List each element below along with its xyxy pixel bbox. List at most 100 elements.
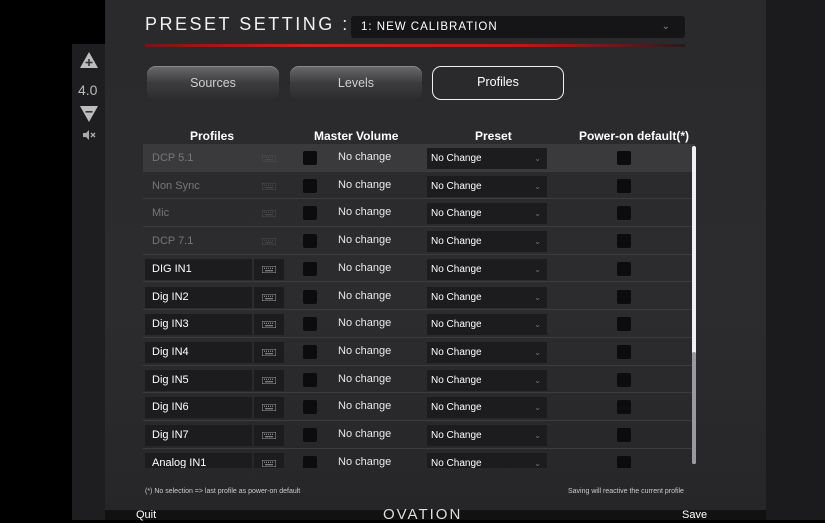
quit-button[interactable]: Quit [136,509,156,521]
profile-name-field[interactable]: Analog IN1 [145,452,252,468]
table-row[interactable]: DCP 7.1 No change No Change ⌄ [143,227,695,255]
chevron-down-icon: ⌄ [661,21,671,32]
tab-profiles[interactable]: Profiles [432,66,564,100]
power-on-default-checkbox[interactable] [617,317,631,332]
power-on-default-checkbox[interactable] [617,151,631,165]
profile-name-field[interactable]: DCP 5.1 [145,148,252,169]
keyboard-button[interactable] [254,286,284,308]
master-volume-checkbox[interactable] [303,151,317,165]
table-row[interactable]: Dig IN2 No change No Change ⌄ [143,283,695,311]
profile-name-field[interactable]: Dig IN7 [145,425,252,446]
preset-dropdown-value: No Change [431,291,482,303]
master-volume-checkbox[interactable] [303,234,317,249]
triangle-down-icon [80,106,98,122]
keyboard-button[interactable] [254,341,284,363]
master-volume-checkbox[interactable] [303,206,317,221]
preset-dropdown[interactable]: No Change ⌄ [427,341,547,363]
table-row[interactable]: Dig IN7 No change No Change ⌄ [143,421,695,449]
keyboard-button[interactable] [254,258,284,280]
power-on-default-checkbox[interactable] [617,234,631,249]
table-row[interactable]: DIG IN1 No change No Change ⌄ [143,255,695,283]
profile-name-field[interactable]: Dig IN6 [145,397,252,419]
tab-levels[interactable]: Levels [290,66,422,100]
preset-dropdown[interactable]: No Change ⌄ [427,203,547,225]
profile-name-field[interactable]: Dig IN4 [145,341,252,363]
profile-name-field[interactable]: Dig IN2 [145,286,252,308]
keyboard-button[interactable] [254,397,284,419]
power-on-default-checkbox[interactable] [617,428,631,442]
power-on-default-checkbox[interactable] [617,206,631,221]
master-volume-checkbox[interactable] [303,400,317,415]
column-header-profiles: Profiles [190,129,235,143]
power-on-default-checkbox[interactable] [617,344,631,359]
preset-dropdown[interactable]: No Change ⌄ [427,258,547,280]
preset-dropdown[interactable]: No Change ⌄ [427,148,547,169]
keyboard-button[interactable] [254,314,284,336]
table-row[interactable]: Dig IN3 No change No Change ⌄ [143,310,695,338]
preset-dropdown[interactable]: No Change ⌄ [427,369,547,391]
keyboard-icon [262,321,276,329]
chevron-down-icon: ⌄ [534,320,541,330]
table-row[interactable]: Dig IN6 No change No Change ⌄ [143,393,695,421]
table-row[interactable]: Dig IN4 No change No Change ⌄ [143,338,695,366]
save-button[interactable]: Save [682,509,707,521]
plus-triangle-up-icon [80,52,98,68]
power-on-default-checkbox[interactable] [617,372,631,387]
table-row[interactable]: Analog IN1 No change No Change ⌄ [143,449,695,468]
master-volume-value: No change [338,455,392,468]
master-volume-value: No change [338,151,392,163]
preset-dropdown[interactable]: No Change ⌄ [427,425,547,446]
keyboard-icon [262,293,276,301]
preset-dropdown[interactable]: No Change ⌄ [427,314,547,336]
profile-name-field[interactable]: DIG IN1 [145,258,252,280]
keyboard-button[interactable] [254,231,284,252]
keyboard-button[interactable] [254,425,284,446]
keyboard-button[interactable] [254,452,284,468]
power-on-default-checkbox[interactable] [617,178,631,193]
master-volume-checkbox[interactable] [303,317,317,332]
master-volume-checkbox[interactable] [303,428,317,442]
master-volume-value: No change [338,372,392,385]
volume-down-button[interactable] [80,106,98,122]
profile-name-field[interactable]: Mic [145,203,252,224]
footnote-saving: Saving will reactive the current profile [568,488,684,495]
master-volume-checkbox[interactable] [303,372,317,387]
profile-name-field[interactable]: DCP 7.1 [145,231,252,252]
volume-up-button[interactable] [80,52,98,68]
power-on-default-checkbox[interactable] [617,289,631,304]
keyboard-button[interactable] [254,148,284,169]
keyboard-button[interactable] [254,369,284,391]
master-volume-checkbox[interactable] [303,455,317,468]
chevron-down-icon: ⌄ [534,154,541,163]
table-row[interactable]: Dig IN5 No change No Change ⌄ [143,366,695,394]
power-on-default-checkbox[interactable] [617,455,631,468]
profile-name-field[interactable]: Dig IN5 [145,369,252,391]
preset-dropdown[interactable]: No Change ⌄ [427,231,547,253]
preset-select[interactable]: 1: NEW CALIBRATION ⌄ [351,16,685,38]
keyboard-button[interactable] [254,176,284,197]
chevron-down-icon: ⌄ [534,458,541,468]
power-on-default-checkbox[interactable] [617,400,631,415]
mute-button[interactable] [82,128,96,142]
preset-dropdown[interactable]: No Change ⌄ [427,397,547,419]
tab-sources[interactable]: Sources [147,66,279,100]
table-row[interactable]: Non Sync No change No Change ⌄ [143,172,695,200]
table-row[interactable]: DCP 5.1 No change No Change ⌄ [143,144,695,172]
master-volume-checkbox[interactable] [303,178,317,193]
master-volume-checkbox[interactable] [303,261,317,276]
chevron-down-icon: ⌄ [534,375,541,385]
scrollbar-thumb[interactable] [692,352,696,464]
master-volume-checkbox[interactable] [303,344,317,359]
profile-name-field[interactable]: Dig IN3 [145,314,252,336]
master-volume-checkbox[interactable] [303,289,317,304]
preset-dropdown[interactable]: No Change ⌄ [427,286,547,308]
keyboard-icon [262,348,276,356]
preset-dropdown[interactable]: No Change ⌄ [427,175,547,197]
preset-dropdown[interactable]: No Change ⌄ [427,452,547,468]
profile-name-field[interactable]: Non Sync [145,176,252,197]
master-volume-value: No change [338,344,392,357]
table-row[interactable]: Mic No change No Change ⌄ [143,199,695,228]
chevron-down-icon: ⌄ [534,292,541,302]
power-on-default-checkbox[interactable] [617,261,631,276]
keyboard-button[interactable] [254,203,284,224]
